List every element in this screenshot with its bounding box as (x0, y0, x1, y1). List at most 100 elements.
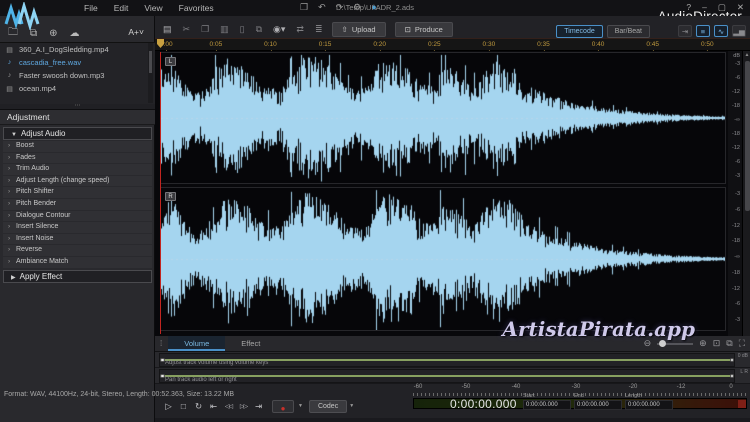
play-button[interactable]: ▷ (161, 401, 176, 412)
meter-label: -50 (462, 384, 471, 390)
waveform-scrollbar[interactable]: ▲ ▼ (742, 51, 750, 350)
media-file-row[interactable]: ♪ cascadia_free.wav (0, 56, 155, 69)
left-channel-waveform[interactable] (161, 53, 725, 183)
media-file-row[interactable]: ▤ 360_A.I_DogSledding.mp4 (0, 43, 155, 56)
location-field: End 0:00:00.000 (574, 393, 622, 410)
status-bar: Format: WAV, 44100Hz, 24-bit, Stereo, Le… (4, 391, 234, 398)
record-options-caret[interactable]: ▼ (298, 403, 303, 409)
normalize-icon[interactable]: ≣ (315, 24, 323, 35)
chevron-right-icon: › (8, 245, 10, 256)
db-mark: -∞ (732, 254, 740, 260)
fit-project-icon[interactable]: ⇥ (678, 25, 692, 37)
volume-key-start[interactable] (160, 358, 165, 363)
library-scrollbar[interactable] (148, 43, 153, 103)
chevron-right-icon: › (8, 153, 10, 164)
zoom-fit-icon[interactable]: ⊡ (713, 338, 721, 349)
zoom-in-icon[interactable]: ⊕ (699, 338, 707, 349)
keyframe-tab[interactable]: Effect (225, 336, 276, 351)
paste-icon[interactable]: ▥ (220, 24, 229, 35)
sort-dropdown[interactable]: A+˅ (128, 27, 144, 37)
zoom-selection-icon[interactable]: ⧉ (726, 338, 732, 349)
timecode-display: 0:00:00.000 (450, 397, 517, 411)
scrollbar-thumb[interactable] (745, 61, 750, 211)
left-channel-track[interactable]: L (160, 52, 726, 184)
zoom-slider-knob[interactable] (659, 340, 666, 347)
volume-key-end[interactable] (730, 358, 735, 363)
media-file-list: ▤ 360_A.I_DogSledding.mp4 ♪ cascadia_fre… (0, 42, 155, 104)
db-mark: -12 (732, 286, 740, 292)
spectral-view-icon[interactable]: ▂▅ (732, 25, 746, 37)
fast-forward-button[interactable]: ▷▷ (236, 403, 251, 410)
expand-panel-icon[interactable]: ⛶ (739, 338, 745, 349)
ruler-tick: 0:30 (483, 41, 496, 48)
adjust-tool-item[interactable]: ›Dialogue Contour (3, 211, 152, 222)
right-channel-waveform[interactable] (161, 188, 725, 330)
time-display-modes: Timecode Bar/Beat (556, 25, 650, 38)
audio-file-icon: ♪ (5, 72, 14, 79)
codec-caret[interactable]: ▼ (349, 403, 354, 409)
waveform-view-icon[interactable]: ∿ (714, 25, 728, 37)
editing-toolbar: ▤ ✂ ❐ ▥ ▯ ⧉ ◉▾ ⇄ ≣ ⇧ Upload ⊡ Produce (163, 21, 453, 37)
audiodirector-logo (4, 2, 40, 30)
chevron-right-icon: › (8, 234, 10, 245)
right-channel-track[interactable]: R (160, 187, 726, 331)
volume-hint: Adjust track volume using volume keys (165, 360, 268, 366)
produce-icon: ⊡ (405, 25, 411, 34)
upload-button[interactable]: ⇧ Upload (332, 22, 386, 37)
pan-keyframe-line[interactable] (161, 375, 733, 377)
go-to-start-button[interactable]: ⇤ (206, 401, 221, 412)
adjust-tool-item[interactable]: ›Boost (3, 141, 152, 152)
db-mark: -12 (732, 223, 740, 229)
loop-button[interactable]: ↻ (191, 401, 206, 412)
time-mode-button[interactable]: Timecode (556, 25, 602, 38)
apply-effect-section[interactable]: ▶Apply Effect (3, 270, 152, 283)
cloud-icon[interactable]: ☁ (70, 28, 80, 39)
scroll-up-icon[interactable]: ▲ (743, 52, 750, 58)
waveform-area: L R dB -3-6-12-18-∞-18-12-6-3 -3-6-12-18… (155, 51, 750, 350)
adjust-tool-item[interactable]: ›Pitch Shifter (3, 187, 152, 198)
new-clip-icon[interactable]: ▤ (163, 24, 172, 35)
adjust-tool-item[interactable]: ›Pitch Bender (3, 199, 152, 210)
convert-icon[interactable]: ⇄ (296, 24, 304, 35)
adjust-tool-item[interactable]: ›Fades (3, 153, 152, 164)
copy-icon[interactable]: ❐ (201, 24, 209, 35)
drag-grip-icon[interactable]: ⁞ (160, 339, 162, 348)
media-file-row[interactable]: ▤ ocean.mp4 (0, 82, 155, 95)
adjust-audio-section[interactable]: ▼Adjust Audio (3, 127, 152, 140)
adjust-tool-item[interactable]: ›Insert Silence (3, 222, 152, 233)
marker-icon[interactable]: ◉▾ (273, 24, 285, 35)
scrollbar-thumb[interactable] (149, 51, 152, 73)
chevron-right-icon: › (8, 164, 10, 175)
adjust-audio-items: ›Boost ›Fades ›Trim Audio ›Adjust Length… (3, 141, 152, 268)
pan-key-end[interactable] (730, 374, 735, 379)
adjust-tool-item[interactable]: ›Adjust Length (change speed) (3, 176, 152, 187)
go-to-end-button[interactable]: ⇥ (251, 401, 266, 412)
codec-button[interactable]: Codec (309, 400, 347, 413)
audio-file-icon: ♪ (5, 59, 14, 66)
adjust-tool-item[interactable]: ›Trim Audio (3, 164, 152, 175)
meter-label: -60 (414, 384, 423, 390)
delete-icon[interactable]: ▯ (240, 24, 245, 35)
zoom-slider[interactable] (657, 343, 693, 345)
editor-panel: ▤ ✂ ❐ ▥ ▯ ⧉ ◉▾ ⇄ ≣ ⇧ Upload ⊡ Produce Timecode Ba… (155, 16, 750, 422)
record-button[interactable]: ● (272, 400, 294, 413)
timeline-ruler[interactable]: 0:000:050:100:150:200:250:300:350:400:45… (155, 38, 750, 51)
stop-button[interactable]: □ (176, 401, 191, 411)
time-mode-button[interactable]: Bar/Beat (607, 25, 650, 38)
adjust-tool-item[interactable]: ›Insert Noise (3, 234, 152, 245)
adjust-tool-item[interactable]: ›Reverse (3, 245, 152, 256)
pan-key-start[interactable] (160, 374, 165, 379)
ruler-tick: 0:45 (646, 41, 659, 48)
chevron-right-icon: › (8, 222, 10, 233)
media-file-row[interactable]: ♪ Faster swoosh down.mp3 (0, 69, 155, 82)
cut-icon[interactable]: ✂ (183, 24, 191, 35)
clip-view-icon[interactable]: ≡ (696, 25, 710, 37)
db-mark: -12 (732, 89, 740, 95)
rewind-button[interactable]: ◁◁ (221, 403, 236, 410)
keyframe-tab[interactable]: Volume (168, 336, 225, 351)
produce-button[interactable]: ⊡ Produce (395, 22, 453, 37)
meter-label: -12 (677, 384, 686, 390)
crop-icon[interactable]: ⧉ (256, 24, 262, 35)
adjust-tool-item[interactable]: ›Ambiance Match (3, 257, 152, 268)
download-sound-clips-icon[interactable]: ⊕ (49, 28, 57, 39)
